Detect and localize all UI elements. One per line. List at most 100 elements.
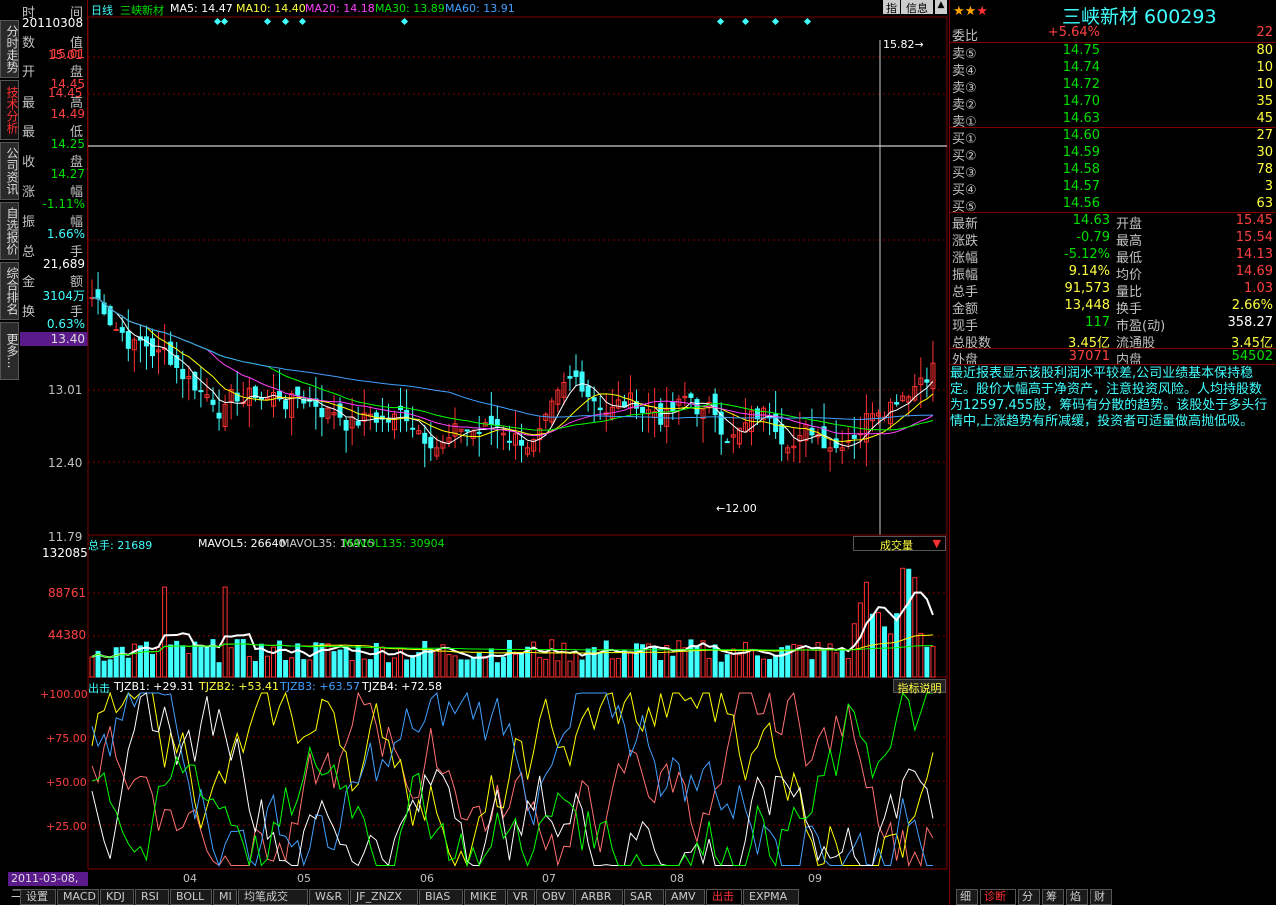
volume-bar [918, 632, 924, 678]
ob-value2: 35 [1256, 94, 1273, 109]
candle-body [410, 427, 416, 430]
indicator-line-3 [91, 692, 934, 867]
ind-tj1: TJZB1: +29.31 [114, 680, 194, 693]
month-07: 07 [542, 872, 556, 885]
indicator-tab-1[interactable]: MACD [57, 889, 99, 905]
candle-body [640, 406, 646, 413]
candle-body [198, 390, 204, 393]
volume-bar [742, 641, 748, 678]
stat-row-2: 涨幅 -5.12% 最低 14.13 [950, 247, 1276, 266]
ob-value2: 27 [1256, 128, 1273, 143]
indicator-tab-14[interactable]: SAR [624, 889, 664, 905]
candle-body [125, 331, 131, 349]
volume-bar [180, 645, 186, 678]
indicator-tab-2[interactable]: KDJ [100, 889, 134, 905]
quote-tab-1[interactable]: 诊断 [980, 889, 1016, 905]
volume-bar [900, 567, 906, 678]
volume-bar [500, 656, 506, 678]
indicator-tab-12[interactable]: OBV [536, 889, 574, 905]
quote-tab-4[interactable]: 焰 [1066, 889, 1088, 905]
quote-tab-0[interactable]: 细 [956, 889, 978, 905]
stat-row-4: 总手 91,573 量比 1.03 [950, 281, 1276, 300]
vol-mavol135: MAVOL135: 30904 [343, 537, 445, 550]
vol-axis-2: 88761 [48, 586, 87, 600]
volume-bar [434, 650, 440, 678]
candle-body [779, 423, 785, 445]
volume-bar [392, 657, 397, 678]
indicator-tab-9[interactable]: BIAS [419, 889, 463, 905]
ob-value2: 10 [1256, 77, 1273, 92]
candle-body [506, 440, 512, 443]
stat-row-6: 现手 117 市盈(动) 358.27 [950, 315, 1276, 334]
candle-body [95, 289, 101, 300]
quote-tab-2[interactable]: 分 [1018, 889, 1040, 905]
candle-body [724, 441, 730, 444]
indicator-tab-16[interactable]: 出击 [706, 889, 742, 905]
quote-tab-3[interactable]: 筹 [1042, 889, 1064, 905]
indicator-tab-7[interactable]: W&R [309, 889, 349, 905]
stat-cell-3: 14.13 [1235, 247, 1273, 262]
indicator-tab-3[interactable]: RSI [135, 889, 169, 905]
indicator-tab-4[interactable]: BOLL [170, 889, 212, 905]
month-09: 09 [808, 872, 822, 885]
indicator-tab-6[interactable]: 均笔成交 [238, 889, 308, 905]
signal-marker [298, 17, 307, 26]
candle-body [688, 393, 694, 398]
ob-value: +5.64% [1047, 25, 1100, 40]
indicator-tab-8[interactable]: JF_ZNZX [350, 889, 418, 905]
indicator-explain-button[interactable]: 指标说明 [893, 679, 946, 695]
candle-body [712, 393, 718, 416]
signal-marker [281, 17, 290, 26]
volume-bar [621, 650, 627, 678]
volume-bar [361, 658, 367, 678]
indicator-tab-11[interactable]: VR [507, 889, 535, 905]
candle-body [283, 400, 289, 410]
indicator-tab-0[interactable]: 设置 [20, 889, 56, 905]
mavol5-line [91, 591, 934, 659]
quote-tab-5[interactable]: 财 [1090, 889, 1112, 905]
stat-cell-3: 358.27 [1227, 315, 1274, 330]
indicator-tab-17[interactable]: EXPMA [743, 889, 799, 905]
volume-bar [670, 655, 676, 678]
indicator-tab-5[interactable]: MI [213, 889, 237, 905]
volume-bar [131, 643, 137, 678]
volume-bar [168, 644, 174, 678]
ind-tj4: TJZB4: +72.58 [362, 680, 442, 693]
volume-bar [555, 660, 561, 678]
volume-selector[interactable]: 成交量 ▼ [853, 536, 946, 552]
sell-level-2: 卖② 14.70 35 [950, 94, 1276, 113]
indicator-tab-10[interactable]: MIKE [464, 889, 506, 905]
candle-body [422, 432, 428, 444]
volume-bar [718, 661, 724, 678]
volume-bar [385, 662, 391, 678]
indicator-tab-13[interactable]: ARBR [575, 889, 623, 905]
volume-bar [410, 654, 416, 678]
volume-bar [162, 586, 168, 678]
candle-body [658, 403, 664, 425]
volume-bar [567, 660, 573, 678]
stat-row-7: 总股数 3.45亿 流通股 3.45亿 [950, 332, 1276, 351]
indicator-tab-15[interactable]: AMV [665, 889, 705, 905]
volume-bar [458, 659, 464, 678]
annot-low: ←12.00 [716, 502, 757, 515]
volume-bar [228, 647, 234, 678]
volume-bar [506, 639, 512, 678]
ind-tj3: TJZB3: +63.57 [280, 680, 360, 693]
stat-cell-1: 9.14% [1068, 264, 1110, 279]
volume-bar [894, 613, 900, 678]
sell-level-1: 卖① 14.63 45 [950, 111, 1276, 130]
stat-cell-1: 91,573 [1064, 281, 1111, 296]
volume-bar [216, 662, 222, 678]
candle-body [295, 386, 301, 396]
ind-axis-4: +25.00 [46, 820, 87, 833]
stat-cell-3: 2.66% [1231, 298, 1273, 313]
volume-bar [603, 640, 609, 678]
candle-body [591, 397, 597, 402]
main-chart[interactable] [0, 0, 950, 890]
volume-bar [470, 658, 476, 678]
month-06: 06 [420, 872, 434, 885]
ob-value2: 78 [1256, 162, 1273, 177]
volume-bar [446, 654, 452, 678]
signal-marker [716, 17, 725, 26]
stat-cell-3: 15.54 [1235, 230, 1273, 245]
